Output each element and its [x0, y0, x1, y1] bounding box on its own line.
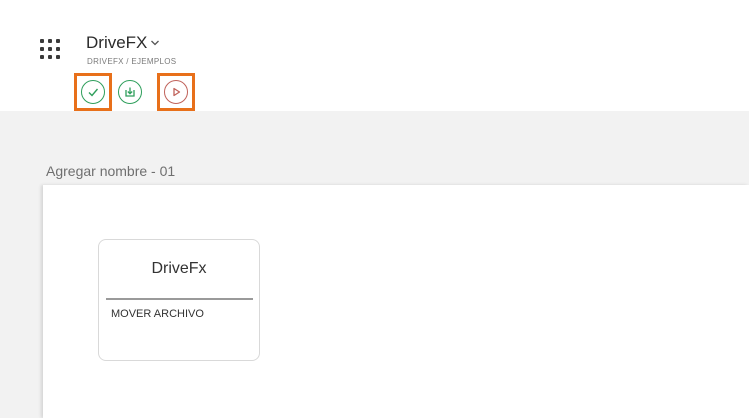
download-button[interactable] [111, 73, 149, 111]
chevron-down-icon [151, 40, 160, 46]
drivefx-card[interactable]: DriveFx MOVER ARCHIVO [98, 239, 260, 361]
check-button[interactable] [74, 73, 112, 111]
card-divider [106, 298, 253, 300]
card-title: DriveFx [151, 260, 207, 277]
card-action-label: MOVER ARCHIVO [111, 308, 204, 320]
breadcrumb: DRIVEFX / EJEMPLOS [87, 57, 177, 66]
download-icon [125, 87, 135, 97]
app-title: DriveFX [86, 33, 148, 52]
play-button[interactable] [157, 73, 195, 111]
section-title: Agregar nombre - 01 [46, 163, 176, 179]
app-title-dropdown[interactable]: DriveFX [86, 33, 160, 53]
apps-grid-icon[interactable] [40, 39, 60, 59]
top-header: DriveFX DRIVEFX / EJEMPLOS [0, 0, 749, 111]
play-icon [173, 87, 181, 97]
check-icon [88, 88, 99, 97]
